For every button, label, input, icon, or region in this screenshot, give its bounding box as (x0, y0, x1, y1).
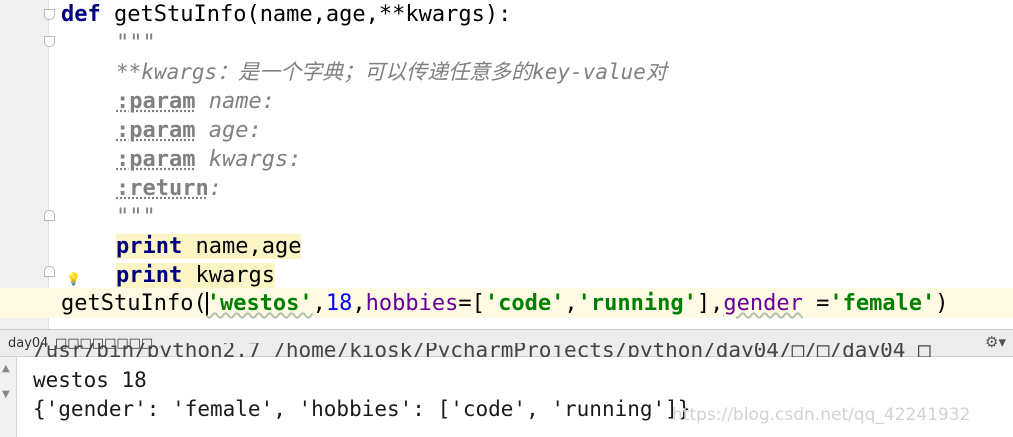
run-command-line: /usr/bin/python2.7 /home/kiosk/PycharmPr… (33, 343, 931, 357)
gear-icon[interactable]: ⚙▾ (985, 333, 1006, 351)
list-item-code: 'code' (484, 291, 565, 316)
run-toolbar: ▲ ▼ (0, 357, 17, 437)
print-keyword: print (116, 263, 183, 288)
docstring-close: """ (116, 205, 156, 230)
call-arg-gender: 'female' (829, 291, 936, 316)
docstring-param-age: :param age: (116, 116, 262, 145)
docstring-param-kwargs: :param kwargs: (116, 145, 301, 174)
docstring-param-name: :param name: (116, 87, 275, 116)
def-keyword: def (61, 2, 101, 27)
param-name: kwargs: (195, 147, 302, 172)
call-arg-age: 18 (325, 291, 353, 316)
docstring-open: """ (116, 31, 156, 56)
print-keyword: print (116, 234, 183, 259)
comma: , (312, 291, 326, 316)
param-tag: :param (116, 118, 196, 143)
code-line-call[interactable]: getStuInfo('westos',18,hobbies=['code','… (61, 289, 949, 318)
print-args: kwargs (182, 263, 275, 288)
kwarg-gender: gender (723, 291, 803, 316)
up-arrow-icon[interactable]: ▲ (2, 363, 10, 374)
print-args: name,age (182, 234, 302, 259)
return-colon: : (208, 176, 222, 201)
code-line-print-1: print name,age (116, 232, 302, 261)
fold-marker-def[interactable] (44, 9, 55, 20)
param-name: age: (195, 118, 262, 143)
equals: = (802, 291, 830, 316)
list-close: ], (696, 291, 724, 316)
kwarg-hobbies: hobbies (365, 291, 459, 316)
lightbulb-icon[interactable]: 💡 (66, 272, 81, 286)
function-signature: getStuInfo(name,age,**kwargs): (100, 2, 512, 27)
code-editor[interactable]: 💡 def getStuInfo(name,age,**kwargs): """… (0, 0, 1013, 329)
fold-marker-def-end[interactable] (44, 266, 55, 277)
fold-marker-doc-open[interactable] (44, 36, 55, 47)
param-tag: :param (116, 147, 196, 172)
down-arrow-icon[interactable]: ▼ (2, 389, 10, 400)
fold-marker-doc-close[interactable] (44, 210, 55, 221)
param-tag: :param (116, 89, 196, 114)
output-line-1: westos 18 (33, 368, 147, 392)
watermark: https://blog.csdn.net/qq_42241932 (672, 405, 971, 425)
call-close: ) (935, 291, 949, 316)
comma: , (564, 291, 578, 316)
return-tag: :return (116, 176, 209, 201)
docstring-description: **kwargs：是一个字典；可以传递任意多的key-value对 (116, 60, 667, 84)
docstring-return: :return: (116, 174, 222, 203)
code-line-print-2: print kwargs (116, 261, 275, 290)
list-item-running: 'running' (577, 291, 697, 316)
call-function: getStuInfo( (61, 291, 207, 316)
list-open: =[ (458, 291, 485, 316)
code-line-def: def getStuInfo(name,age,**kwargs): (61, 0, 511, 29)
output-line-2: {'gender': 'female', 'hobbies': ['code',… (33, 397, 691, 421)
param-name: name: (195, 89, 275, 114)
call-arg-name: 'westos' (206, 291, 313, 316)
editor-gutter (0, 0, 55, 329)
comma: , (352, 291, 366, 316)
